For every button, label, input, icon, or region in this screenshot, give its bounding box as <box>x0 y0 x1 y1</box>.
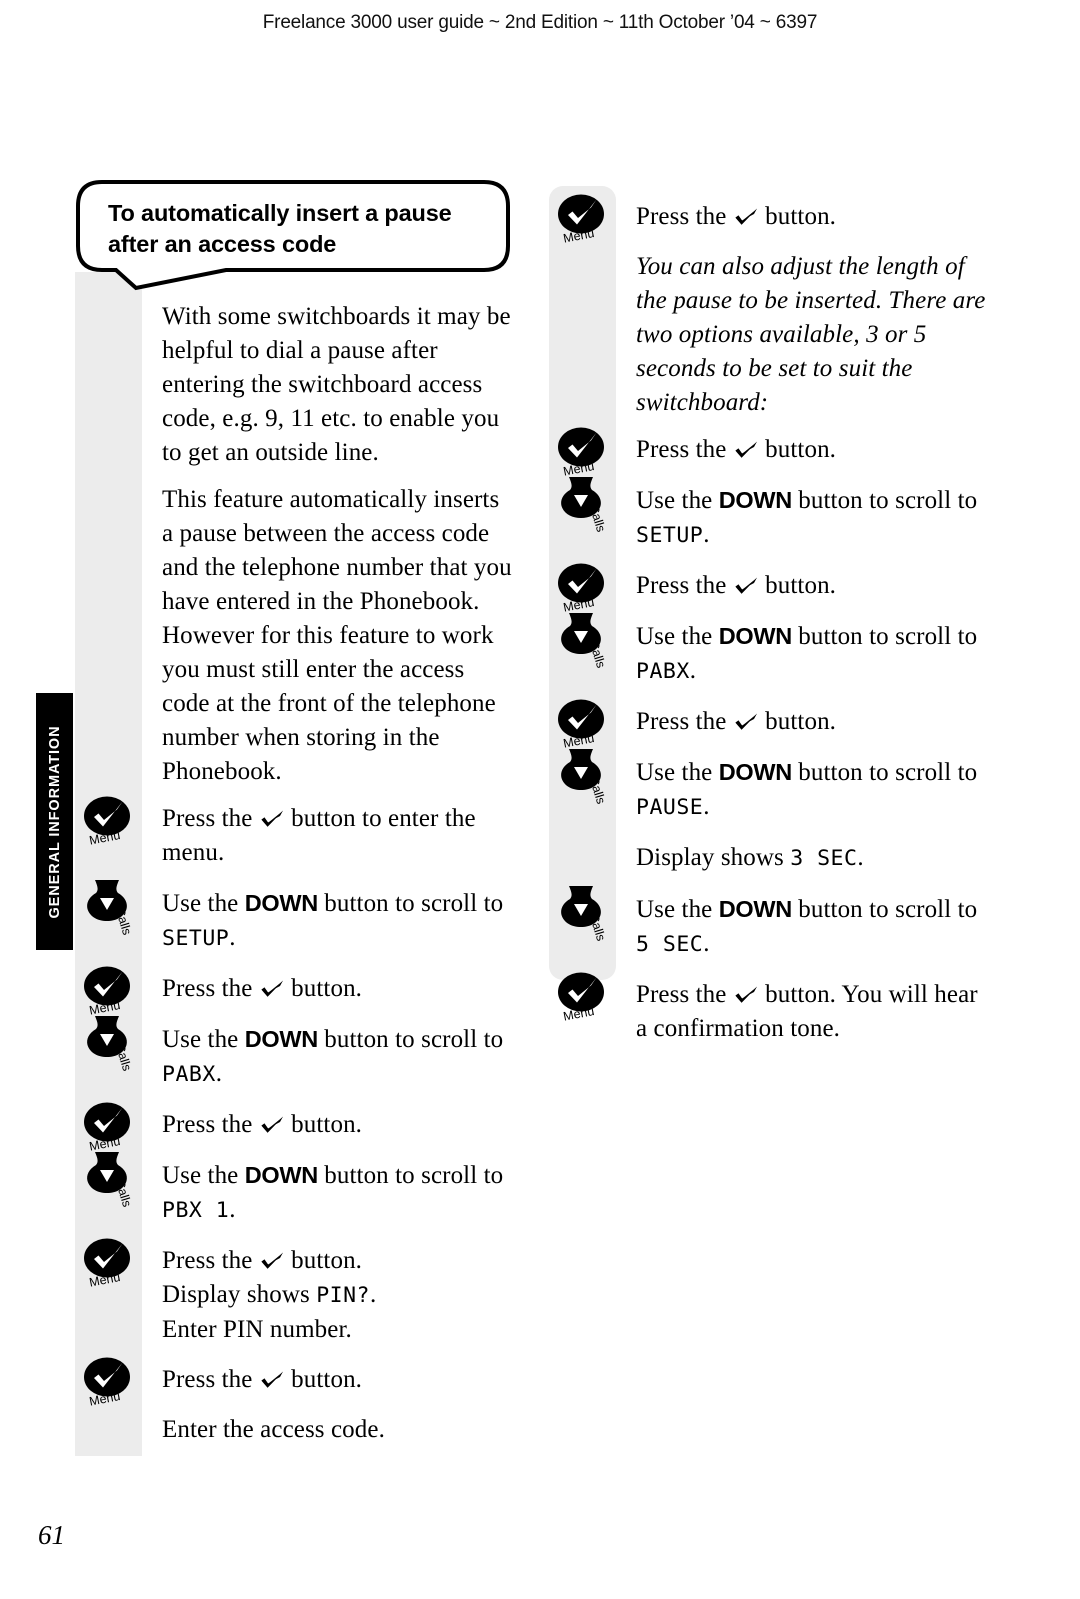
title-callout: To automatically insert a pause after an… <box>76 180 510 291</box>
tick-button-icon <box>735 577 758 594</box>
menu-tick-icon: Menu <box>80 794 136 850</box>
tick-button-icon <box>261 1252 284 1269</box>
display-text: PABX <box>162 1062 216 1087</box>
instruction-step: Use the DOWN button to scroll to PBX 1. <box>162 1162 504 1223</box>
step-row: Press the button. You will hear a confir… <box>636 978 988 1046</box>
step-row: Press the button. <box>636 433 988 467</box>
note-paragraph: You can also adjust the length of the pa… <box>636 253 986 416</box>
left-step-list: Press the button to enter the menu. Use t… <box>162 802 514 1447</box>
step-row: Press the button. <box>636 200 988 234</box>
down-button-keyword: DOWN <box>244 1162 319 1188</box>
step-row: Use the DOWN button to scroll to 5 SEC. <box>636 892 988 962</box>
instruction-step-plain: Enter the access code. <box>162 1416 385 1443</box>
instruction-step: Display shows 3 SEC. <box>636 844 864 871</box>
callout-title: To automatically insert a pause after an… <box>108 200 452 257</box>
intro-paragraph-2: This feature automatically inserts a pau… <box>162 486 512 785</box>
menu-tick-icon: Menu <box>554 970 610 1026</box>
down-button-keyword: DOWN <box>718 896 793 922</box>
step-row: Use the DOWN button to scroll to PABX. <box>636 619 988 689</box>
down-arrow-icon: Calls <box>80 1014 136 1073</box>
instruction-step: Use the DOWN button to scroll to PABX. <box>162 1026 504 1087</box>
step-row: Use the DOWN button to scroll to PAUSE. <box>636 755 988 825</box>
left-column: With some switchboards it may be helpful… <box>162 300 514 1463</box>
display-text: PIN? <box>316 1283 370 1308</box>
down-button-keyword: DOWN <box>718 487 793 513</box>
section-tab-label: GENERAL INFORMATION <box>46 725 63 918</box>
instruction-step: Press the button. <box>636 572 837 599</box>
page-number: 61 <box>38 1520 65 1550</box>
intro-paragraph-1: With some switchboards it may be helpful… <box>162 303 511 466</box>
instruction-step: Press the button to enter the menu. <box>162 805 476 866</box>
tick-button-icon <box>735 208 758 225</box>
running-header: Freelance 3000 user guide ~ 2nd Edition … <box>262 12 818 33</box>
menu-tick-icon: Menu <box>554 697 610 753</box>
menu-tick-icon: Menu <box>80 1236 136 1292</box>
step-row: Press the button. <box>636 705 988 739</box>
down-arrow-icon: Calls <box>80 1150 136 1209</box>
step-row: Press the button to enter the menu. <box>162 802 514 870</box>
instruction-step: Press the button. <box>162 1111 363 1138</box>
menu-tick-icon: Menu <box>554 561 610 617</box>
instruction-step: Press the button. <box>636 436 837 463</box>
step-row: Press the button. <box>162 972 514 1006</box>
tick-button-icon <box>261 980 284 997</box>
instruction-step: Use the DOWN button to scroll to SETUP. <box>162 890 504 951</box>
tick-button-icon <box>261 1116 284 1133</box>
down-button-keyword: DOWN <box>244 890 319 916</box>
step-row: Press the button. <box>636 569 988 603</box>
instruction-step: Use the DOWN button to scroll to SETUP. <box>636 487 978 548</box>
display-text: PABX <box>636 659 690 684</box>
step-row: Display shows 3 SEC. <box>636 841 988 876</box>
step-row: Press the button. <box>162 1363 514 1397</box>
menu-tick-icon: Menu <box>80 964 136 1020</box>
down-button-keyword: DOWN <box>718 623 793 649</box>
step-row: Use the DOWN button to scroll to SETUP. <box>636 483 988 553</box>
tick-button-icon <box>261 810 284 827</box>
section-tab: GENERAL INFORMATION <box>36 693 73 950</box>
down-arrow-icon: Calls <box>80 878 136 937</box>
down-arrow-icon: Calls <box>554 475 610 534</box>
step-row: Enter the access code. <box>162 1413 514 1447</box>
right-column: Press the button. You can also adjust the… <box>636 200 988 1062</box>
instruction-step: Use the DOWN button to scroll to PAUSE. <box>636 759 978 820</box>
down-arrow-icon: Calls <box>554 884 610 943</box>
down-button-keyword: DOWN <box>244 1026 319 1052</box>
tick-button-icon <box>735 986 758 1003</box>
display-text: 3 SEC <box>790 846 858 871</box>
instruction-step: Press the button. <box>162 975 363 1002</box>
menu-tick-icon: Menu <box>554 425 610 481</box>
right-step-list: Press the button. You can also adjust the… <box>636 200 988 1046</box>
instruction-step: Use the DOWN button to scroll to 5 SEC. <box>636 896 978 957</box>
step-row: You can also adjust the length of the pa… <box>636 250 988 420</box>
instruction-step: Press the button. Display shows PIN?. Ente… <box>162 1247 377 1343</box>
display-text: PAUSE <box>636 795 704 820</box>
instruction-step: Use the DOWN button to scroll to PABX. <box>636 623 978 684</box>
instruction-step: Press the button. <box>636 708 837 735</box>
instruction-step: Press the button. <box>636 203 837 230</box>
menu-tick-icon: Menu <box>554 192 610 248</box>
tick-button-icon <box>735 441 758 458</box>
instruction-step: Press the button. <box>162 1366 363 1393</box>
display-text: PBX 1 <box>162 1198 230 1223</box>
instruction-step: Press the button. You will hear a confir… <box>636 981 978 1042</box>
display-text: SETUP <box>636 523 704 548</box>
step-row: Use the DOWN button to scroll to SETUP. <box>162 886 514 956</box>
display-text: SETUP <box>162 926 230 951</box>
menu-tick-icon: Menu <box>80 1100 136 1156</box>
down-button-keyword: DOWN <box>718 759 793 785</box>
tick-button-icon <box>261 1371 284 1388</box>
step-row: Press the button. <box>162 1108 514 1142</box>
step-row: Press the button. Display shows PIN?. Ente… <box>162 1244 514 1347</box>
down-arrow-icon: Calls <box>554 611 610 670</box>
down-arrow-icon: Calls <box>554 747 610 806</box>
step-row: Use the DOWN button to scroll to PABX. <box>162 1022 514 1092</box>
step-row: Use the DOWN button to scroll to PBX 1. <box>162 1158 514 1228</box>
display-text: 5 SEC <box>636 932 704 957</box>
menu-tick-icon: Menu <box>80 1355 136 1411</box>
tick-button-icon <box>735 713 758 730</box>
